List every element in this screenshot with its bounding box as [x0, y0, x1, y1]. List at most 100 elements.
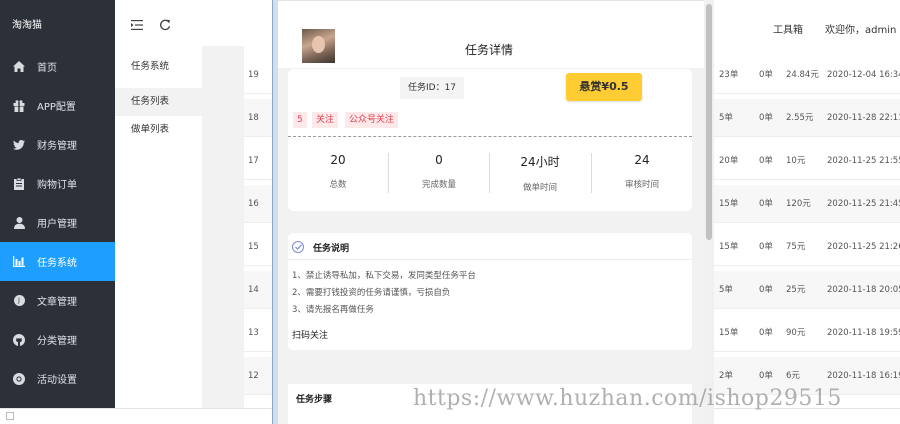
sidebar-item-articles[interactable]: J 文章管理 [0, 281, 115, 320]
tag-category: 公众号关注 [345, 112, 399, 128]
row-amount: 10元 [786, 156, 806, 166]
chrome-icon [12, 372, 26, 386]
stat-value: 0 [435, 153, 443, 167]
bar-chart-icon [12, 255, 26, 269]
user-icon [12, 216, 26, 230]
row-total-orders: 5单 [719, 285, 733, 295]
section-divider [288, 259, 692, 260]
row-id: 15 [248, 242, 259, 252]
sidebar-item-users[interactable]: 用户管理 [0, 203, 115, 242]
row-done-orders: 0单 [759, 285, 773, 295]
topbar [115, 0, 245, 46]
row-created-time: 2020-11-25 21:55 [827, 156, 900, 166]
sidebar-item-home[interactable]: 首页 [0, 47, 115, 86]
submenu-header[interactable]: 任务系统 [115, 46, 202, 88]
task-id-badge: 任务ID：17 [400, 77, 465, 99]
stat-value: 20 [330, 153, 346, 167]
stat-work-time: 24小时 做单时间 [490, 153, 590, 193]
row-id: 13 [248, 328, 259, 338]
rule-line: 3、请先报名再做任务 [292, 305, 374, 315]
sidebar-item-label: 财务管理 [37, 141, 77, 152]
stat-review-time: 24 审核时间 [592, 153, 692, 190]
gift-icon [12, 99, 26, 113]
row-total-orders: 5单 [719, 113, 733, 123]
sidebar-item-label: 用户管理 [37, 219, 77, 230]
watermark-text: https://www.huzhan.com/ishop29515 [413, 386, 842, 411]
row-amount: 75元 [786, 242, 806, 252]
tag-type: 关注 [312, 112, 339, 128]
github-icon [12, 333, 26, 347]
row-id: 17 [248, 156, 259, 166]
sidebar-item-activity-settings[interactable]: 活动设置 [0, 359, 115, 398]
row-amount: 90元 [786, 328, 806, 338]
home-icon [12, 60, 26, 74]
row-done-orders: 0单 [759, 70, 773, 80]
row-created-time: 2020-11-28 22:11 [827, 113, 900, 123]
row-done-orders: 0单 [759, 113, 773, 123]
sidebar-item-finance[interactable]: 财务管理 [0, 125, 115, 164]
row-total-orders: 15单 [719, 199, 739, 209]
menu-collapse-icon[interactable] [131, 19, 143, 31]
avatar [302, 29, 335, 63]
row-amount: 2.55元 [786, 113, 814, 123]
row-id: 19 [248, 70, 259, 80]
sidebar-item-label: 首页 [37, 63, 57, 74]
row-id: 16 [248, 199, 259, 209]
row-created-time: 2020-11-18 19:59 [827, 328, 900, 338]
row-created-time: 2020-11-18 20:05 [827, 285, 900, 295]
secondary-menu: 任务系统 任务列表 做单列表 [115, 46, 202, 408]
sidebar-item-app-config[interactable]: APP配置 [0, 86, 115, 125]
row-done-orders: 0单 [759, 199, 773, 209]
rule-line: 1、禁止诱导私加，私下交易，发同类型任务平台 [292, 271, 476, 281]
dashed-divider [288, 136, 692, 137]
submenu-item-task-list[interactable]: 任务列表 [115, 88, 202, 116]
row-done-orders: 0单 [759, 242, 773, 252]
stat-value: 24 [634, 153, 650, 167]
row-amount: 24.84元 [786, 70, 819, 80]
row-amount: 25元 [786, 285, 806, 295]
sidebar-item-label: 任务系统 [37, 258, 77, 269]
corner-icon [6, 412, 14, 420]
row-amount: 120元 [786, 199, 811, 209]
row-total-orders: 15单 [719, 328, 739, 338]
submenu-item-order-list[interactable]: 做单列表 [115, 116, 202, 144]
stat-completed: 0 完成数量 [389, 153, 489, 190]
refresh-icon[interactable] [159, 19, 171, 31]
check-circle-icon [292, 241, 304, 253]
sidebar-item-label: 文章管理 [37, 297, 77, 308]
stat-value: 24小时 [520, 155, 560, 169]
sidebar-item-label: APP配置 [37, 102, 76, 113]
tag-count: 5 [293, 112, 307, 128]
scrollbar-thumb[interactable] [706, 4, 712, 240]
preview-header: 任务详情 [278, 0, 704, 68]
stat-label: 审核时间 [624, 180, 659, 190]
stat-total: 20 总数 [288, 153, 388, 190]
row-total-orders: 23单 [719, 70, 739, 80]
row-id: 14 [248, 285, 259, 295]
topbar-right: 工具箱 欢迎你，admin [713, 0, 900, 46]
row-id: 12 [248, 371, 259, 381]
stat-label: 做单时间 [522, 183, 557, 193]
task-summary-card: 任务ID：17 悬赏¥0.5 5 关注 公众号关注 20 总数 0 完成数量 2… [288, 69, 692, 211]
stat-label: 总数 [329, 180, 347, 190]
description-title: 任务说明 [313, 243, 350, 254]
main-sidebar: 淘淘猫 首页 APP配置 财务管理 购物订单 用户管理 任务系统 J 文章管理 … [0, 0, 115, 408]
sidebar-item-label: 购物订单 [37, 180, 77, 191]
steps-title: 任务步骤 [296, 395, 333, 405]
row-total-orders: 15单 [719, 242, 739, 252]
row-id: 18 [248, 113, 259, 123]
reward-button[interactable]: 悬赏¥0.5 [566, 73, 642, 101]
toolbox-link[interactable]: 工具箱 [773, 21, 803, 36]
row-created-time: 2020-12-04 16:34 [827, 70, 900, 80]
description-header: 任务说明 [292, 240, 349, 254]
sidebar-item-task-system[interactable]: 任务系统 [0, 242, 115, 281]
twitter-bird-icon [12, 138, 26, 152]
content-gutter [202, 46, 244, 408]
row-created-time: 2020-11-25 21:26 [827, 242, 900, 252]
brand-logo: 淘淘猫 [12, 20, 42, 31]
row-done-orders: 0单 [759, 328, 773, 338]
welcome-user-menu[interactable]: 欢迎你，admin [825, 21, 896, 36]
sidebar-item-categories[interactable]: 分类管理 [0, 320, 115, 359]
sidebar-item-orders[interactable]: 购物订单 [0, 164, 115, 203]
row-done-orders: 0单 [759, 156, 773, 166]
